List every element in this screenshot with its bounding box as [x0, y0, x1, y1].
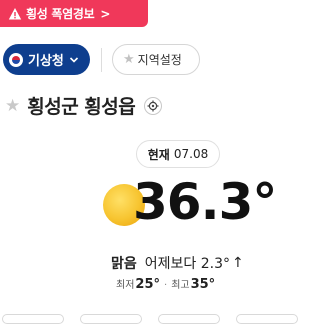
chevron-right-icon: >	[100, 6, 111, 21]
separator-dot: ·	[164, 280, 168, 291]
star-icon: ★	[123, 52, 135, 67]
source-label: 기상청	[28, 54, 64, 69]
max-label: 최고	[171, 280, 190, 291]
current-location-button[interactable]	[144, 96, 163, 115]
weather-source-button[interactable]: 기상청	[3, 44, 90, 75]
now-date: 07.08	[173, 147, 209, 161]
region-settings-button[interactable]: ★ 지역설정	[112, 44, 200, 75]
detail-card[interactable]	[80, 314, 142, 324]
condition-row: 맑음 어제보다 2.3° ↑	[111, 253, 244, 273]
max-temperature: 35°	[190, 277, 216, 292]
location-header: ★ 횡성군 횡성읍	[5, 92, 163, 119]
detail-card[interactable]	[2, 314, 64, 324]
taeguk-logo-icon	[9, 52, 23, 67]
min-label: 최저	[116, 280, 135, 291]
detail-card[interactable]	[236, 314, 298, 324]
min-temperature: 25°	[135, 277, 160, 292]
alert-text: 횡성 폭염경보	[26, 7, 95, 21]
location-name: 횡성군 횡성읍	[27, 96, 136, 118]
favorite-star-icon[interactable]: ★	[5, 96, 20, 116]
divider	[101, 48, 102, 72]
detail-card[interactable]	[158, 314, 220, 324]
region-label: 지역설정	[137, 53, 182, 67]
heatwave-alert-banner[interactable]: 횡성 폭염경보 >	[0, 0, 148, 27]
arrow-up-icon: ↑	[232, 255, 244, 271]
compare-yesterday: 어제보다 2.3°	[144, 256, 231, 272]
min-max-row: 최저 25° · 최고 35°	[116, 276, 215, 292]
chevron-down-icon	[69, 56, 78, 63]
weather-condition: 맑음	[111, 256, 137, 272]
current-temperature: 36.3°	[133, 173, 277, 231]
crosshair-icon	[147, 100, 159, 111]
current-time-badge: 현재 07.08	[136, 140, 220, 168]
now-label: 현재	[147, 147, 170, 162]
warning-icon	[8, 7, 22, 19]
